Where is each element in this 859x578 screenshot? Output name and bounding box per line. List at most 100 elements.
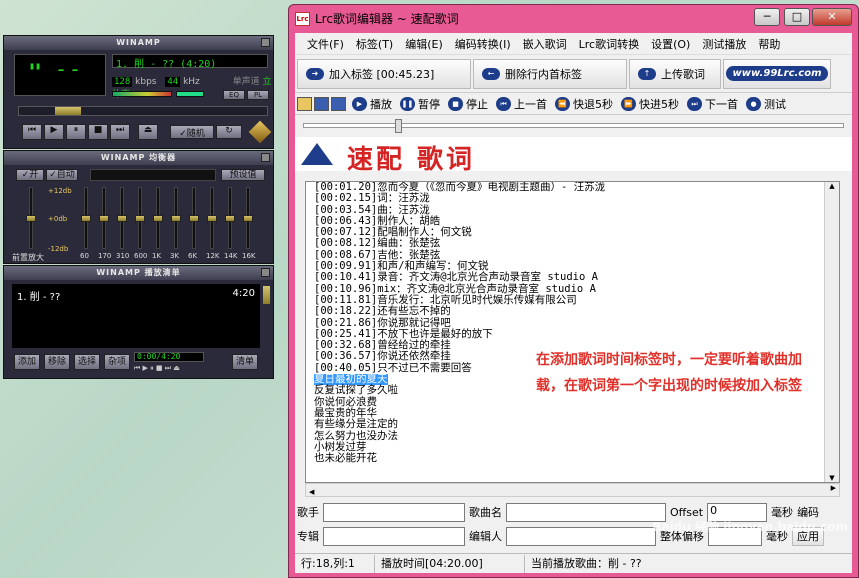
test-button[interactable]: ● 测试 <box>742 94 790 114</box>
winamp-main-window: WINAMP ▮▮ -- 1. 削 - ?? (4:20) 128 kbps 4… <box>3 35 274 149</box>
forward-5s-button[interactable]: ⏩ 快进5秒 <box>617 94 683 114</box>
pause-button[interactable]: ❚❚ 暂停 <box>396 94 444 114</box>
save-as-icon[interactable] <box>331 96 346 111</box>
lyric-text: [00:02.15]词：汪苏泷 <box>314 192 430 205</box>
balance-slider[interactable] <box>176 91 204 97</box>
scroll-right-icon[interactable]: ▶ <box>831 484 836 492</box>
pause-button[interactable]: ⏸ <box>66 124 86 140</box>
previous-button[interactable]: ⏮ 上一首 <box>492 94 551 114</box>
eq-band-label: 12K <box>206 252 220 260</box>
upload-lyrics-button[interactable]: ↑ 上传歌词 <box>629 58 721 89</box>
list-item[interactable]: 怎么努力也没办法 <box>306 430 839 442</box>
previous-button[interactable]: ⏮ <box>22 124 42 140</box>
menu-item-0[interactable]: 文件(F) <box>301 36 350 52</box>
scroll-up-icon[interactable]: ▲ <box>825 182 839 190</box>
rewind-5s-button[interactable]: ⏪ 快退5秒 <box>551 94 617 114</box>
menu-item-5[interactable]: Lrc歌词转换 <box>573 36 645 52</box>
shuffle-button[interactable]: ✓随机 <box>170 125 214 139</box>
menu-item-3[interactable]: 编码转换(I) <box>449 36 517 52</box>
winamp-playlist-window: WINAMP 播放清单 1. 削 - ?? 4:20 添加 移除 选择 杂项 0… <box>3 265 274 379</box>
menu-item-6[interactable]: 设置(O) <box>645 36 696 52</box>
playlist-scrollbar[interactable] <box>263 286 270 304</box>
eq-band-knob[interactable] <box>135 215 145 222</box>
lrc-window-title: Lrc歌词编辑器 ~ 速配歌词 <box>315 12 459 26</box>
equalizer-titlebar[interactable]: WINAMP 均衡器 <box>4 151 273 165</box>
album-label: 专辑 <box>297 530 319 543</box>
lrc-titlebar[interactable]: Lrc Lrc歌词编辑器 ~ 速配歌词 ─ □ ✕ <box>289 5 858 33</box>
pl-toggle-button[interactable]: PL <box>247 90 269 100</box>
play-button[interactable]: ▶ 播放 <box>348 94 396 114</box>
playlist-time-display: 0:00/4:20 <box>134 352 204 362</box>
next-button[interactable]: ⏭ 下一首 <box>683 94 742 114</box>
equalizer-title: WINAMP 均衡器 <box>100 153 177 162</box>
equalizer-close-icon[interactable] <box>261 153 270 162</box>
lyrics-horizontal-scrollbar[interactable]: ◀ ▶ <box>305 483 840 497</box>
logo-text: 速配 歌词 <box>347 145 476 175</box>
editor-input[interactable] <box>506 526 656 546</box>
eq-band-knob[interactable] <box>207 215 217 222</box>
lyric-text: 也未必能开花 <box>314 452 377 465</box>
remove-tag-button[interactable]: ← 删除行内首标签 <box>473 58 627 89</box>
volume-slider[interactable] <box>112 91 172 97</box>
eq-band-knob[interactable] <box>81 215 91 222</box>
winamp-close-icon[interactable] <box>261 38 270 47</box>
menu-item-1[interactable]: 标签(T) <box>350 36 399 52</box>
menu-item-2[interactable]: 编辑(E) <box>399 36 449 52</box>
menu-item-4[interactable]: 嵌入歌词 <box>517 36 573 52</box>
lyrics-editor[interactable]: [00:01.20]忽而今夏（《忽而今夏》电视剧主题曲）- 汪苏泷 [00:02.… <box>305 181 840 483</box>
stop-button[interactable]: ■ 停止 <box>444 94 492 114</box>
list-item[interactable]: 也未必能开花 <box>306 452 839 465</box>
eq-auto-button[interactable]: ✓自动 <box>46 169 78 181</box>
eq-band-knob[interactable] <box>189 215 199 222</box>
eq-band-knob[interactable] <box>99 215 109 222</box>
website-button[interactable]: www.99Lrc.com <box>723 58 831 89</box>
repeat-button[interactable]: ↻ <box>216 125 242 139</box>
eq-presets-button[interactable]: 预设值 <box>221 169 265 181</box>
playlist-remove-button[interactable]: 移除 <box>44 354 70 370</box>
eq-band-knob[interactable] <box>171 215 181 222</box>
menu-item-7[interactable]: 测试播放 <box>696 36 752 52</box>
eject-button[interactable]: ⏏ <box>138 124 158 140</box>
preamp-knob[interactable] <box>26 215 36 222</box>
seek-bar[interactable] <box>18 106 268 116</box>
list-item[interactable]: 小树发过芽 <box>306 441 839 453</box>
playlist-select-button[interactable]: 选择 <box>74 354 100 370</box>
playback-progress-knob[interactable] <box>395 119 402 133</box>
seek-knob[interactable] <box>55 107 81 115</box>
winamp-titlebar[interactable]: WINAMP <box>4 36 273 50</box>
menu-item-8[interactable]: 帮助 <box>752 36 786 52</box>
save-icon[interactable] <box>314 96 329 111</box>
playlist-titlebar[interactable]: WINAMP 播放清单 <box>4 266 273 280</box>
lyrics-vertical-scrollbar[interactable]: ▲ ▼ <box>824 182 839 482</box>
playback-progress-track[interactable] <box>303 123 844 128</box>
play-button[interactable]: ▶ <box>44 124 64 140</box>
eq-band-knob[interactable] <box>153 215 163 222</box>
minimize-button[interactable]: ─ <box>754 8 780 26</box>
playlist-list-button[interactable]: 清单 <box>232 354 258 370</box>
lyric-text: [00:10.41]录音：齐文涛@北京光合声动录音室 studio A <box>314 271 598 284</box>
stop-icon: ■ <box>448 96 463 111</box>
add-tag-button[interactable]: ➜ 加入标签 [00:45.23] <box>297 58 471 89</box>
playlist-misc-button[interactable]: 杂项 <box>104 354 130 370</box>
close-button[interactable]: ✕ <box>812 8 852 26</box>
scroll-left-icon[interactable]: ◀ <box>306 488 314 496</box>
scroll-down-icon[interactable]: ▼ <box>825 474 839 482</box>
winamp-logo-icon[interactable] <box>248 120 272 144</box>
eq-toggle-button[interactable]: EQ <box>223 90 245 100</box>
next-button[interactable]: ⏭ <box>110 124 130 140</box>
list-item[interactable]: 1. 削 - ?? 4:20 <box>12 284 260 307</box>
playlist-close-icon[interactable] <box>261 268 270 277</box>
eq-auto-label: 自动 <box>56 170 75 180</box>
eq-band-knob[interactable] <box>117 215 127 222</box>
playlist-mini-controls[interactable]: ⏮ ▶ ⏸ ■ ⏭ ⏏ <box>134 364 180 373</box>
album-input[interactable] <box>323 526 465 546</box>
eq-on-button[interactable]: ✓开 <box>16 169 44 181</box>
open-folder-icon[interactable] <box>297 96 312 111</box>
maximize-button[interactable]: □ <box>784 8 810 26</box>
singer-input[interactable] <box>323 502 465 522</box>
song-input[interactable] <box>506 502 666 522</box>
playlist-add-button[interactable]: 添加 <box>14 354 40 370</box>
eq-band-knob[interactable] <box>225 215 235 222</box>
eq-band-knob[interactable] <box>243 215 253 222</box>
stop-button[interactable]: ■ <box>88 124 108 140</box>
